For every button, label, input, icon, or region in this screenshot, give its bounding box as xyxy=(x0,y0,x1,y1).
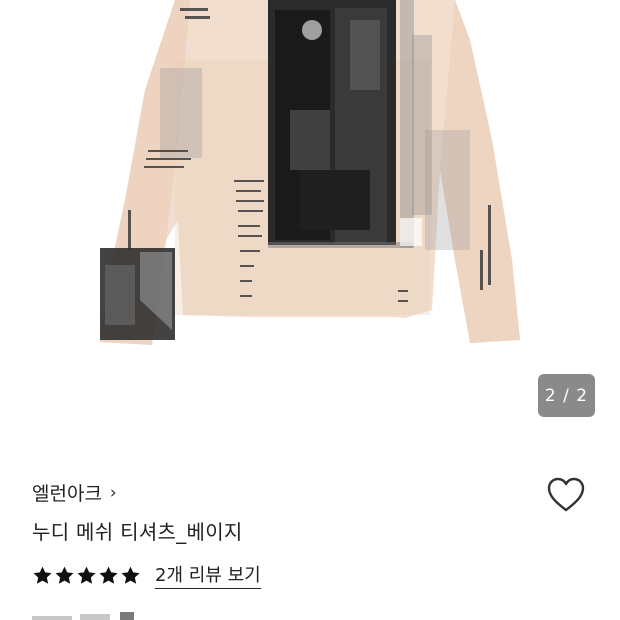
brand-link[interactable]: 엘런아크 › xyxy=(32,479,117,506)
star-icon xyxy=(33,566,52,584)
brand-name: 엘런아크 xyxy=(32,483,102,505)
rating-row: 2개 리뷰 보기 xyxy=(32,561,261,589)
star-icon xyxy=(55,566,74,584)
star-icon xyxy=(99,566,118,584)
rating-stars xyxy=(32,565,141,586)
image-page-indicator: 2 / 2 xyxy=(538,374,595,417)
star-icon xyxy=(77,566,96,584)
product-image-mesh-shirt xyxy=(100,0,520,345)
price-text-cropped xyxy=(32,612,134,620)
product-title: 누디 메쉬 티셔츠_베이지 xyxy=(32,520,243,544)
chevron-right-icon: › xyxy=(109,483,117,503)
star-icon xyxy=(121,566,140,584)
price-row-cropped xyxy=(32,608,142,620)
heart-outline-icon[interactable] xyxy=(546,476,586,514)
product-image-gallery[interactable]: 2 / 2 xyxy=(0,0,620,430)
view-reviews-link[interactable]: 2개 리뷰 보기 xyxy=(155,561,261,589)
